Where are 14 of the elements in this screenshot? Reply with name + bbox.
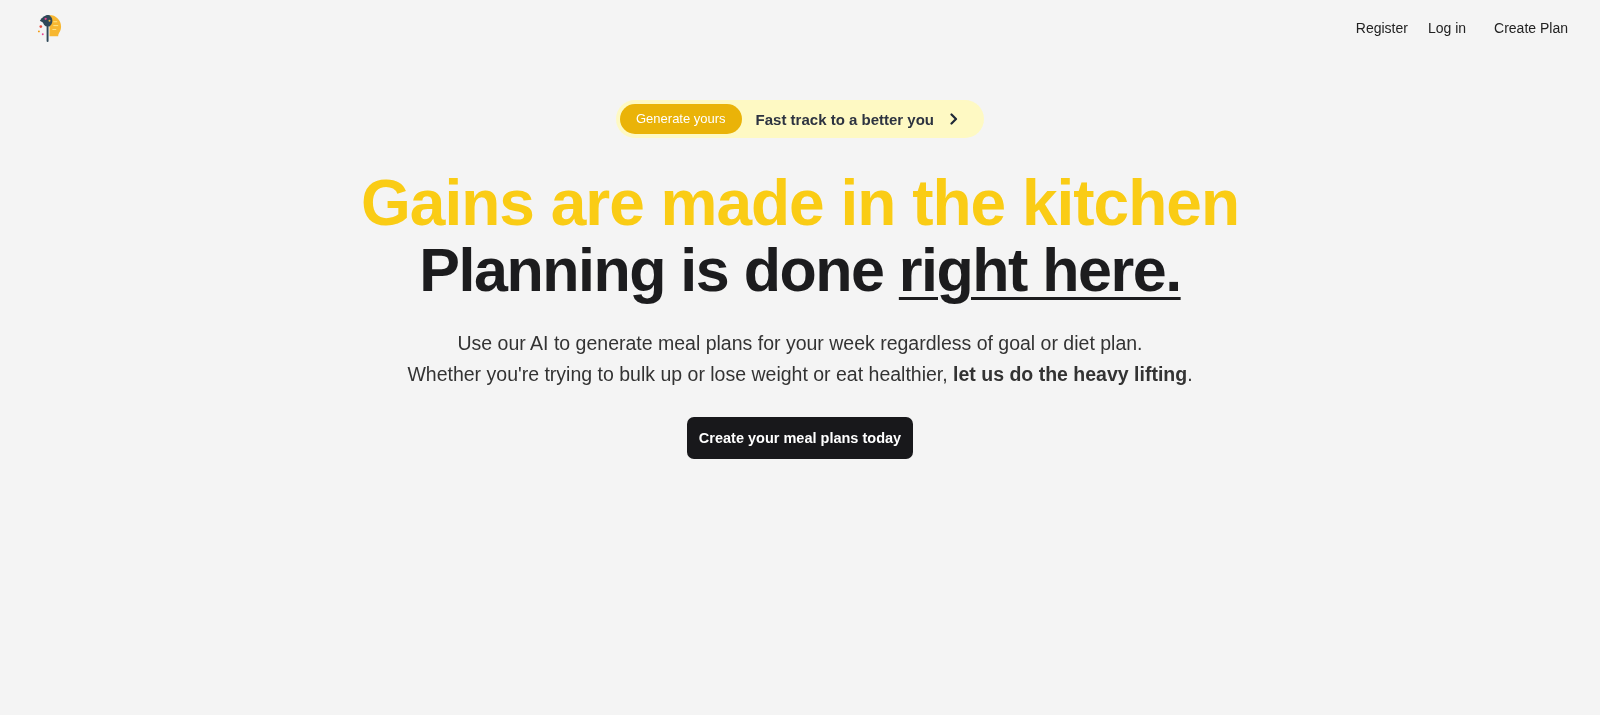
logo-icon[interactable] — [36, 12, 63, 44]
description-text: Whether you're trying to bulk up or lose weight or eat healthier, let us do the heavy lifting. — [407, 362, 1193, 387]
right-here-link[interactable]: right here. — [898, 236, 1181, 304]
description-text: Use our AI to generate meal plans for your week regardless of goal or diet plan. — [457, 331, 1143, 356]
nav-link[interactable]: Register — [1347, 16, 1416, 40]
announcement-text: Fast track to a better you — [755, 110, 934, 128]
announcement-banner[interactable]: Generate yours Fast track to a better you — [616, 100, 984, 138]
nav-link[interactable]: Create Plan — [1486, 16, 1576, 40]
create-meal-plans-button[interactable]: Create your meal plans today — [686, 417, 914, 459]
headline: Gains are made in the kitchen — [361, 170, 1239, 236]
announcement-badge: Generate yours — [620, 104, 742, 134]
chevron-right-icon — [950, 113, 958, 125]
nav-link[interactable]: Log in — [1419, 16, 1475, 40]
subheadline: Planning is done right here. — [419, 236, 1181, 304]
